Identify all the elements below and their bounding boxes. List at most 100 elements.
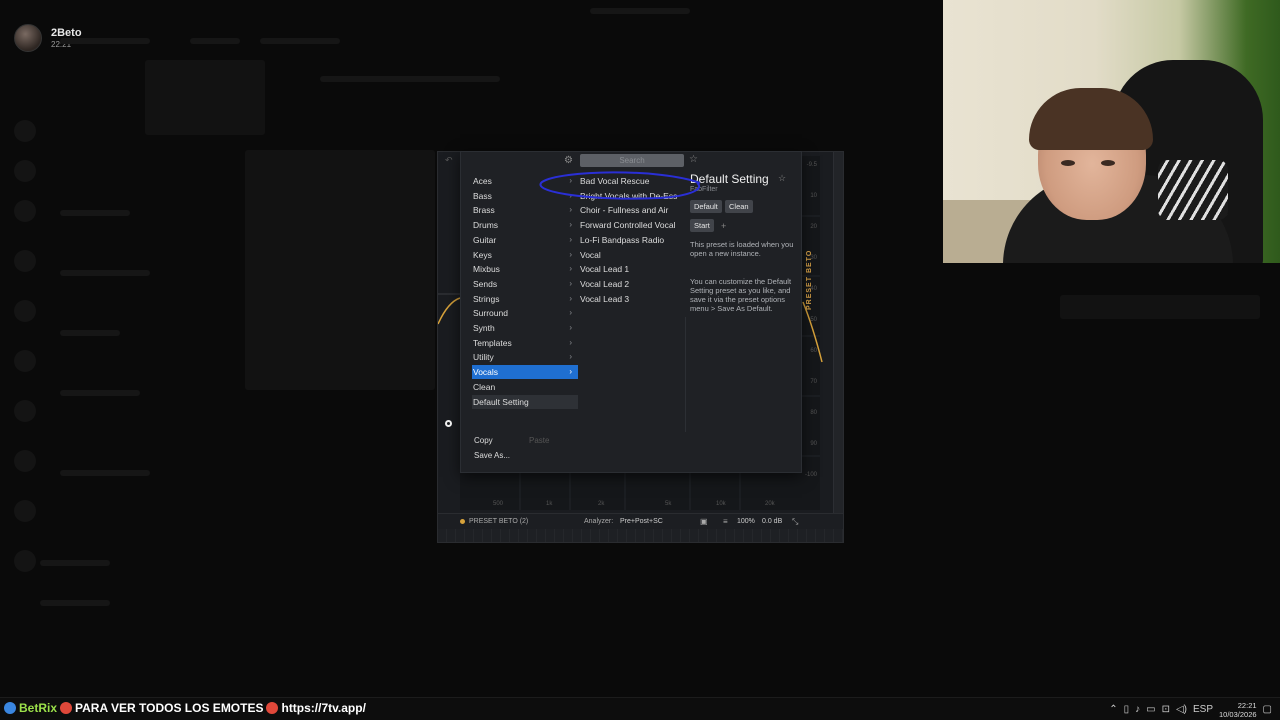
tag-start[interactable]: Start [690,219,714,232]
category-strings[interactable]: Strings › [472,292,578,306]
category-guitar[interactable]: Guitar › [472,233,578,247]
category-synth[interactable]: Synth › [472,321,578,335]
chevron-right-icon: › [569,308,572,318]
notification-icon[interactable]: ▢ [1263,704,1272,715]
chevron-right-icon: › [569,249,572,259]
webcam-overlay [943,0,1280,263]
chevron-right-icon: › [569,367,572,377]
paste-button[interactable]: Paste [529,436,549,445]
ghost-icon [14,450,36,472]
category-bass[interactable]: Bass › [472,189,578,203]
ticker-url[interactable]: https://7tv.app/ [281,701,365,715]
webcam-eye [1061,160,1075,166]
preset-item[interactable]: Bright Vocals with De-Ess [580,189,688,203]
ghost-graph [245,150,435,390]
preset-item[interactable]: Forward Controlled Vocal [580,218,688,232]
emote-icon [266,702,279,714]
emote-icon [60,702,73,714]
category-label: Mixbus [473,264,500,275]
category-surround[interactable]: Surround › [472,306,578,320]
add-tag-icon[interactable]: + [721,221,726,231]
emote-icon [4,702,16,714]
db-tick-label: 50 [810,317,817,323]
output-meter[interactable] [833,152,843,542]
freq-tick-label: 1k [546,501,553,507]
save-as-button[interactable]: Save As... [474,451,510,460]
category-drums[interactable]: Drums › [472,218,578,232]
ghost-icon [14,350,36,372]
display-icon[interactable]: ▭ [1146,704,1155,715]
category-utility[interactable]: Utility › [472,350,578,364]
category-mixbus[interactable]: Mixbus › [472,262,578,276]
webcam-jacket-stripes [1158,160,1228,220]
category-vocals[interactable]: Vocals › [472,365,578,380]
usb-icon[interactable]: ▯ [1124,704,1130,715]
category-aces[interactable]: Aces › [472,174,578,188]
category-default-setting[interactable]: Default Setting [472,394,578,409]
category-clean[interactable]: Clean [472,380,578,394]
chevron-right-icon: › [569,190,572,200]
tag-clean[interactable]: Clean [725,200,753,213]
preset-item[interactable]: Choir - Fullness and Air [580,203,688,217]
ghost-panel [1060,295,1260,319]
search-input[interactable]: Search [580,154,684,167]
ghost-line [60,210,130,216]
ghost-line [190,38,240,44]
preset-item[interactable]: Vocal [580,248,688,262]
category-label: Clean [473,381,496,392]
system-tray: ⌃ ▯ ♪ ▭ ⊡ ◁) ESP 22:21 10/03/2026 ▢ [1109,698,1272,720]
ghost-line [60,390,140,396]
clock-time: 22:21 [1237,700,1257,710]
microphone-icon[interactable]: ♪ [1135,704,1140,715]
category-label: Guitar [473,234,497,245]
network-icon[interactable]: ⊡ [1162,704,1170,715]
status-dot [460,519,465,524]
resize-icon[interactable]: ⤡ [792,517,798,527]
preset-item[interactable]: Vocal Lead 2 [580,277,688,291]
status-gain[interactable]: 0.0 dB [762,518,782,525]
status-analyzer-value[interactable]: Pre+Post+SC [620,518,663,525]
menu-icon[interactable]: ≡ [723,517,728,526]
preset-item[interactable]: Vocal Lead 3 [580,292,688,306]
category-keys[interactable]: Keys › [472,248,578,262]
preset-item[interactable]: Bad Vocal Rescue [580,174,688,188]
chevron-right-icon: › [569,176,572,185]
status-analyzer-label: Analyzer: [584,518,614,525]
webcam-eye [1101,160,1115,166]
chevron-right-icon: › [569,234,572,244]
ghost-line [60,470,150,476]
category-label: Default Setting [473,396,529,407]
category-label: Templates [473,337,512,348]
category-label: Strings [473,293,500,304]
clock-date: 10/03/2026 [1219,709,1257,719]
freq-tick-label: 10k [716,501,726,507]
volume-icon[interactable]: ◁) [1176,704,1187,715]
category-sends[interactable]: Sends › [472,277,578,291]
favorite-star-icon[interactable]: ☆ [689,154,698,165]
preset-item[interactable]: Lo-Fi Bandpass Radio [580,233,688,247]
ghost-panel [145,60,265,135]
chevron-right-icon: › [569,278,572,288]
chevron-right-icon: › [569,352,572,362]
language-indicator[interactable]: ESP [1193,704,1213,715]
ghost-line [60,38,150,44]
midi-icon[interactable]: ▣ [700,517,708,526]
clock[interactable]: 22:21 10/03/2026 [1219,701,1257,719]
category-label: Drums [473,220,499,231]
preset-item[interactable]: Vocal Lead 1 [580,262,688,276]
category-label: Vocals [473,367,499,378]
chevron-up-icon[interactable]: ⌃ [1109,704,1117,715]
gear-icon[interactable]: ⚙ [564,155,573,166]
category-templates[interactable]: Templates › [472,336,578,350]
undo-icon[interactable]: ↶ [445,155,453,166]
favorite-star-icon[interactable]: ☆ [778,173,786,184]
status-zoom[interactable]: 100% [737,518,755,525]
ghost-icon [14,400,36,422]
status-preset-name[interactable]: PRESET BETO (2) [469,518,528,525]
mouse-cursor [445,420,452,427]
db-tick-label: 20 [810,224,817,230]
copy-button[interactable]: Copy [474,436,493,445]
tag-default[interactable]: Default [690,200,722,213]
db-tick-label: 80 [810,410,817,416]
category-brass[interactable]: Brass › [472,203,578,217]
